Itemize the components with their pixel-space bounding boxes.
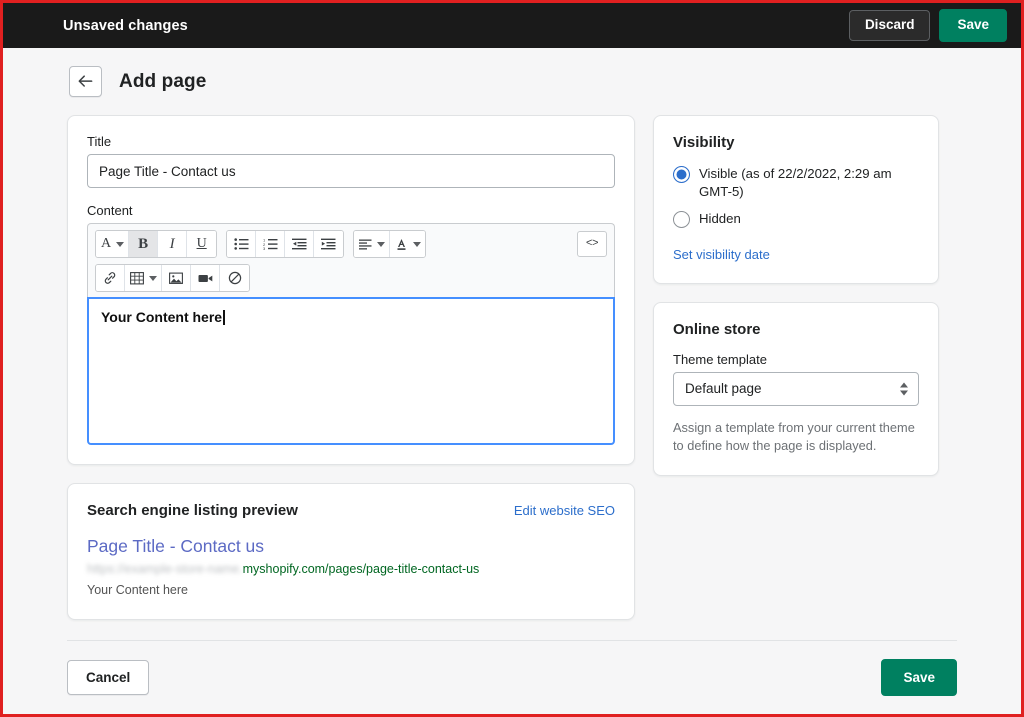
toolbar-row-2	[95, 264, 607, 292]
seo-preview-url: https://example-store-name.myshopify.com…	[87, 560, 615, 577]
rich-text-editor: A B I U	[87, 223, 615, 445]
content-editor-area[interactable]: Your Content here	[87, 297, 615, 445]
title-input[interactable]	[87, 154, 615, 188]
underline-icon[interactable]: U	[187, 231, 216, 257]
toolbar-group-lists: 1 2 3	[226, 230, 344, 258]
theme-template-label: Theme template	[673, 352, 919, 367]
chevron-down-icon	[413, 242, 421, 247]
outdent-icon[interactable]	[285, 231, 314, 257]
theme-template-select[interactable]: Default page	[673, 372, 919, 406]
toolbar-group-text-style: A B I U	[95, 230, 217, 258]
arrow-left-icon	[78, 75, 93, 88]
indent-icon[interactable]	[314, 231, 343, 257]
page-title: Add page	[119, 71, 206, 93]
save-button-topbar[interactable]: Save	[939, 9, 1007, 42]
page-details-card: Title Content A	[67, 115, 635, 465]
theme-template-select-wrap: Default page	[673, 372, 919, 406]
page-header: Add page	[67, 66, 957, 97]
chevron-down-icon	[149, 276, 157, 281]
bulleted-list-icon[interactable]	[227, 231, 256, 257]
bold-icon[interactable]: B	[129, 231, 158, 257]
online-store-card: Online store Theme template Default page	[653, 302, 939, 476]
insert-image-icon[interactable]	[162, 265, 191, 291]
visibility-option-hidden[interactable]: Hidden	[673, 210, 919, 228]
insert-video-icon[interactable]	[191, 265, 220, 291]
unsaved-changes-label: Unsaved changes	[63, 18, 849, 34]
content-field-label: Content	[87, 203, 615, 218]
save-button-footer[interactable]: Save	[881, 659, 957, 696]
unsaved-changes-bar: Unsaved changes Discard Save	[3, 3, 1021, 48]
visibility-card: Visibility Visible (as of 22/2/2022, 2:2…	[653, 115, 939, 284]
side-column: Visibility Visible (as of 22/2/2022, 2:2…	[653, 115, 939, 494]
radio-hidden[interactable]	[673, 211, 690, 228]
theme-template-value: Default page	[685, 381, 762, 396]
radio-visible-label: Visible (as of 22/2/2022, 2:29 am GMT-5)	[699, 165, 919, 201]
title-field-label: Title	[87, 134, 615, 149]
chevron-down-icon	[377, 242, 385, 247]
seo-url-redacted-prefix: https://example-store-name.	[87, 562, 243, 576]
text-color-icon[interactable]	[390, 231, 425, 257]
clear-formatting-icon[interactable]	[220, 265, 249, 291]
italic-icon[interactable]: I	[158, 231, 187, 257]
online-store-heading: Online store	[673, 321, 919, 338]
two-column-layout: Title Content A	[67, 115, 957, 638]
seo-url-visible: myshopify.com/pages/page-title-contact-u…	[243, 562, 480, 576]
align-icon[interactable]	[354, 231, 390, 257]
page-content-width: Add page Title Content	[67, 66, 957, 641]
browser-frame: Unsaved changes Discard Save Add page	[0, 0, 1024, 717]
radio-visible[interactable]	[673, 166, 690, 183]
text-cursor	[223, 310, 225, 325]
toolbar-group-align-color	[353, 230, 426, 258]
seo-card-header: Search engine listing preview Edit websi…	[87, 502, 615, 519]
radio-hidden-label: Hidden	[699, 210, 741, 228]
chevron-down-icon	[116, 242, 124, 247]
main-column: Title Content A	[67, 115, 635, 638]
editor-toolbar: A B I U	[87, 223, 615, 297]
seo-preview-title[interactable]: Page Title - Contact us	[87, 536, 615, 557]
discard-button[interactable]: Discard	[849, 10, 931, 41]
form-footer-actions: Cancel Save	[67, 641, 957, 696]
theme-template-help-text: Assign a template from your current them…	[673, 419, 919, 456]
edit-website-seo-link[interactable]: Edit website SEO	[514, 503, 615, 518]
toolbar-row-1: A B I U	[95, 230, 607, 258]
seo-preview-card: Search engine listing preview Edit websi…	[67, 483, 635, 620]
html-code-icon[interactable]: <>	[577, 231, 607, 257]
visibility-option-visible[interactable]: Visible (as of 22/2/2022, 2:29 am GMT-5)	[673, 165, 919, 201]
toolbar-group-insert	[95, 264, 250, 292]
link-icon[interactable]	[96, 265, 125, 291]
page-body: Add page Title Content	[3, 48, 1021, 717]
back-button[interactable]	[69, 66, 102, 97]
cancel-button[interactable]: Cancel	[67, 660, 149, 695]
seo-heading: Search engine listing preview	[87, 502, 298, 519]
font-style-icon[interactable]: A	[96, 231, 129, 257]
topbar-actions: Discard Save	[849, 9, 1007, 42]
set-visibility-date-link[interactable]: Set visibility date	[673, 247, 770, 262]
content-editor-text: Your Content here	[101, 309, 222, 325]
numbered-list-icon[interactable]: 1 2 3	[256, 231, 285, 257]
seo-preview-description: Your Content here	[87, 582, 615, 600]
visibility-heading: Visibility	[673, 134, 919, 151]
svg-text:3: 3	[263, 246, 266, 250]
table-icon[interactable]	[125, 265, 162, 291]
